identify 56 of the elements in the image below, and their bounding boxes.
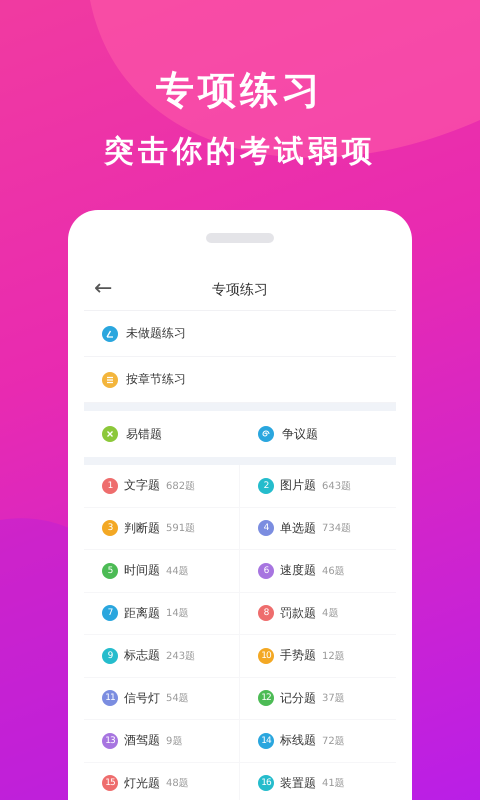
category-link[interactable]: 单选题 [280,520,316,537]
question-count: 41题 [322,777,345,790]
practice-item[interactable]: 未做题练习 [84,311,396,357]
back-button[interactable]: ← [94,276,112,302]
question-count: 72题 [322,734,345,748]
category-link[interactable]: 判断题 [124,520,160,537]
number-badge: 6 [258,562,274,579]
question-count: 48题 [166,777,189,790]
number-badge: 9 [102,648,118,664]
number-badge: 14 [258,732,274,749]
question-count: 44题 [166,564,189,578]
question-count: 12题 [322,650,345,663]
question-count: 46题 [322,564,345,578]
question-count: 9题 [166,734,182,748]
question-count: 734题 [322,522,352,536]
category-link[interactable]: 手势题 [280,647,316,664]
category-link[interactable]: 距离题 [124,604,160,622]
number-badge: 3 [102,520,118,536]
hero-title: 专项练习 [156,67,324,114]
category-link[interactable]: 罚款题 [280,604,316,622]
question-count: 54题 [166,692,189,706]
number-badge: 13 [102,732,118,749]
hero-subtitle: 突击你的考试弱项 [104,133,376,171]
category-link[interactable]: 记分题 [280,690,316,707]
category-link[interactable]: 文字题 [124,477,160,494]
category-link[interactable]: 标线题 [280,732,316,750]
number-badge: 7 [102,605,118,622]
question-count: 37题 [322,692,345,706]
speaker-slot [206,233,274,243]
question-count: 4题 [322,607,338,620]
number-badge: 16 [258,775,274,792]
category-link[interactable]: 灯光题 [124,774,160,792]
number-badge: 2 [258,478,274,494]
category-link[interactable]: 装置题 [280,774,316,792]
category-link[interactable]: 标志题 [124,647,160,664]
number-badge: 15 [102,775,118,792]
category-link[interactable]: 图片题 [280,477,316,494]
category-link[interactable]: 信号灯 [124,690,160,707]
number-badge: 4 [258,520,274,536]
category-link[interactable]: 时间题 [124,562,160,580]
category-link[interactable]: 速度题 [280,562,316,580]
number-badge: 8 [258,605,274,622]
number-badge: 10 [258,648,274,664]
question-count: 14题 [166,607,189,620]
number-badge: 11 [102,690,118,706]
number-badge: 12 [258,690,274,706]
question-count: 643题 [322,480,352,493]
screen-title: 专项练习 [212,281,268,299]
question-count: 243题 [166,650,196,663]
number-badge: 5 [102,562,118,579]
question-count: 682题 [166,480,196,493]
number-badge: 1 [102,478,118,494]
question-count: 591题 [166,522,196,536]
special-item[interactable]: 易错题 [84,411,240,457]
special-item[interactable]: 争议题 [240,411,396,457]
category-link[interactable]: 酒驾题 [124,732,160,750]
